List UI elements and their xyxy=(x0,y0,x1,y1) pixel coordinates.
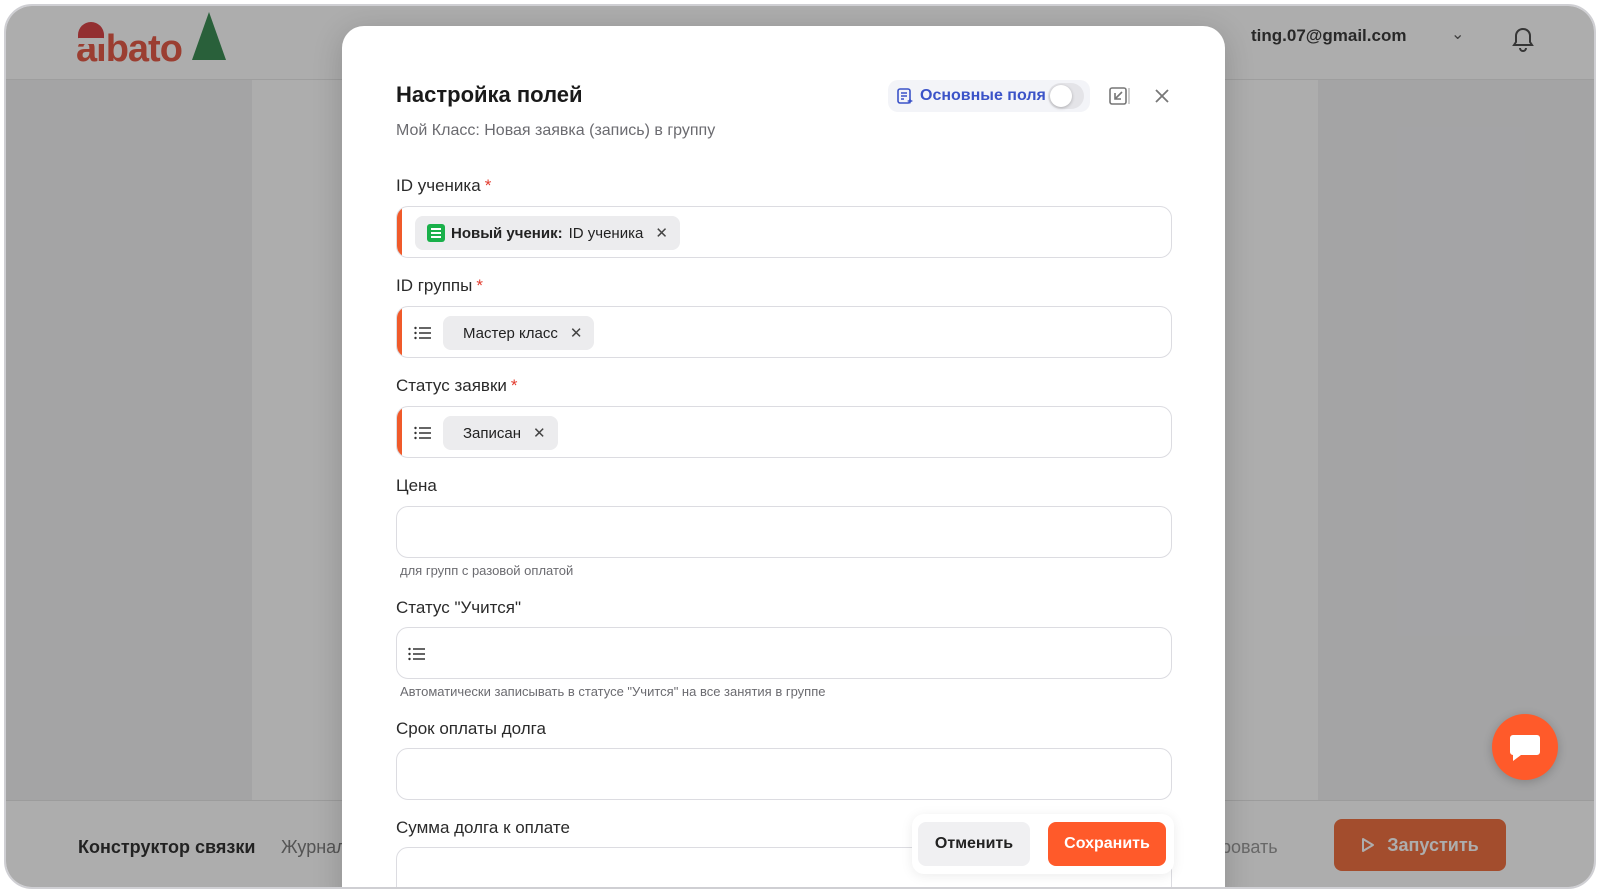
field-label-debt-amount: Сумма долга к оплате xyxy=(396,818,570,838)
moyklass-icon xyxy=(427,224,445,242)
chip-text: ID ученика xyxy=(568,224,644,242)
field-label-text: Срок оплаты долга xyxy=(396,719,546,738)
required-marker: * xyxy=(476,276,483,295)
field-label-text: Статус заявки xyxy=(396,376,507,395)
request-status-field[interactable]: Записан ✕ xyxy=(396,406,1172,458)
field-label-studying-status: Статус "Учится" xyxy=(396,598,521,618)
modal-actions: Отменить Сохранить xyxy=(912,814,1174,874)
close-icon[interactable] xyxy=(1150,84,1174,108)
required-marker: * xyxy=(484,176,492,195)
mapped-value-chip[interactable]: Новый ученик: ID ученика ✕ xyxy=(415,216,680,250)
expand-icon[interactable] xyxy=(1107,84,1131,108)
field-label-text: Статус "Учится" xyxy=(396,598,521,617)
basic-fields-toggle[interactable] xyxy=(1048,83,1084,109)
save-button[interactable]: Сохранить xyxy=(1048,822,1166,866)
basic-fields-toggle-group[interactable]: Основные поля xyxy=(888,80,1090,112)
list-icon[interactable] xyxy=(407,644,427,664)
field-label-request-status: Статус заявки * xyxy=(396,376,518,396)
field-settings-modal: Настройка полей Мой Класс: Новая заявка … xyxy=(342,26,1225,887)
selected-value-chip[interactable]: Записан ✕ xyxy=(443,416,558,450)
field-label-debt-due: Срок оплаты долга xyxy=(396,719,546,739)
field-label-price: Цена xyxy=(396,476,437,496)
studying-status-field[interactable] xyxy=(396,627,1172,679)
price-field[interactable] xyxy=(396,506,1172,558)
price-hint: для групп с разовой оплатой xyxy=(400,563,574,578)
toggle-knob xyxy=(1050,85,1072,107)
cancel-button[interactable]: Отменить xyxy=(918,822,1030,866)
field-label-text: ID группы xyxy=(396,276,473,295)
list-icon[interactable] xyxy=(413,423,433,443)
fields-icon xyxy=(897,88,913,104)
chip-source: Новый ученик: xyxy=(451,224,563,242)
field-label-text: ID ученика xyxy=(396,176,481,195)
remove-chip-icon[interactable]: ✕ xyxy=(655,224,668,242)
chip-text: Записан xyxy=(463,424,522,442)
group-id-field[interactable]: Мастер класс ✕ xyxy=(396,306,1172,358)
debt-due-field[interactable] xyxy=(396,748,1172,800)
field-label-group-id: ID группы * xyxy=(396,276,483,296)
student-id-field[interactable]: Новый ученик: ID ученика ✕ xyxy=(396,206,1172,258)
selected-value-chip[interactable]: Мастер класс ✕ xyxy=(443,316,595,350)
field-label-text: Цена xyxy=(396,476,437,495)
studying-status-hint: Автоматически записывать в статусе "Учит… xyxy=(400,684,826,699)
chip-text: Мастер класс xyxy=(463,324,558,342)
modal-title: Настройка полей xyxy=(396,82,583,107)
field-label-text: Сумма долга к оплате xyxy=(396,818,570,837)
chat-button[interactable] xyxy=(1492,714,1558,780)
field-label-student-id: ID ученика * xyxy=(396,176,491,196)
list-icon[interactable] xyxy=(413,323,433,343)
required-marker: * xyxy=(510,376,518,395)
chat-icon xyxy=(1510,735,1540,761)
remove-chip-icon[interactable]: ✕ xyxy=(533,424,546,442)
modal-subtitle: Мой Класс: Новая заявка (запись) в групп… xyxy=(396,122,716,139)
basic-fields-label: Основные поля xyxy=(920,87,1046,104)
app-window: albato ting.07@gmail.com ⌄ Конструктор с… xyxy=(4,4,1596,889)
remove-chip-icon[interactable]: ✕ xyxy=(570,324,583,342)
